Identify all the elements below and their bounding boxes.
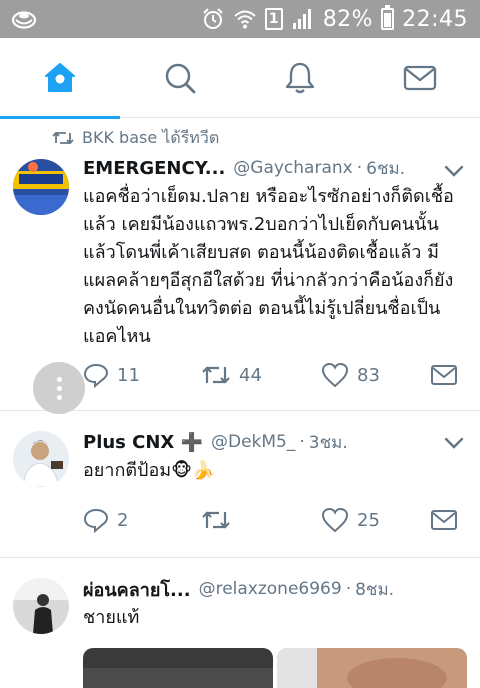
avatar[interactable] — [13, 578, 69, 634]
tweet-text: ชายแท้ — [83, 607, 140, 628]
user-handle[interactable]: @Gaycharanx — [233, 158, 352, 178]
tweet-media-image[interactable] — [83, 648, 273, 688]
battery-percent: 82% — [322, 6, 374, 32]
retweet-icon — [202, 511, 230, 529]
tweet-time: 8ชม. — [355, 579, 395, 600]
direct-message-button[interactable] — [430, 506, 458, 534]
retweeted-by-label: BKK base ได้รีทวีต — [82, 127, 220, 147]
heart-icon — [321, 507, 349, 533]
tweet-actions: 11 44 83 — [83, 361, 464, 389]
reply-count: 2 — [117, 509, 129, 531]
wifi-icon — [234, 10, 256, 29]
tweet-text: อยากตีป้อม🐵🍌 — [83, 460, 215, 481]
mail-icon — [431, 510, 457, 530]
retweet-button[interactable]: 44 — [201, 361, 262, 389]
separator-dot: · — [345, 579, 352, 599]
tweet-header: Plus CNX ➕ @DekM5_ · 3ชม. — [83, 429, 460, 455]
display-name[interactable]: ผ่อนคลายโ... — [83, 576, 191, 602]
tab-notifications[interactable] — [240, 38, 360, 118]
tweet-media-image[interactable] — [277, 648, 467, 688]
tweet-header: ผ่อนคลายโ... @relaxzone6969 · 8ชม. — [83, 576, 460, 602]
tab-home[interactable] — [0, 38, 120, 119]
floating-more-button[interactable] — [33, 362, 85, 414]
retweet-icon — [202, 366, 230, 384]
tab-messages[interactable] — [360, 38, 480, 118]
heart-icon — [321, 362, 349, 388]
reply-button[interactable]: 2 — [83, 506, 128, 534]
user-handle[interactable]: @DekM5_ — [211, 432, 295, 452]
like-count: 25 — [357, 509, 380, 531]
reply-icon — [83, 508, 109, 533]
like-button[interactable]: 83 — [321, 361, 380, 389]
app-notification-icon — [11, 11, 37, 29]
retweet-context: BKK base ได้รีทวีต — [52, 127, 219, 149]
tweet-actions: 2 25 — [83, 506, 464, 534]
retweet-button[interactable] — [201, 506, 239, 534]
clock: 22:45 — [402, 6, 468, 32]
tab-search[interactable] — [120, 38, 240, 118]
bell-icon — [285, 62, 315, 94]
avatar[interactable] — [13, 431, 69, 487]
reply-button[interactable]: 11 — [83, 361, 140, 389]
mail-icon — [431, 365, 457, 385]
battery-icon — [381, 5, 395, 30]
top-tab-bar — [0, 38, 480, 119]
retweet-small-icon — [52, 131, 74, 145]
more-dot-icon — [56, 376, 62, 382]
signal-icon — [292, 9, 311, 29]
chevron-down-icon[interactable] — [442, 431, 466, 455]
alarm-icon — [202, 8, 223, 29]
more-dot-icon — [56, 385, 62, 391]
reply-count: 11 — [117, 364, 140, 386]
tweet-text: แอคชื่อว่าเย็ดม.ปลาย หรืออะไรซักอย่างก็ต… — [83, 186, 454, 347]
tweet-item[interactable]: Plus CNX ➕ @DekM5_ · 3ชม. อยากตีป้อม🐵🍌 2 — [0, 411, 480, 558]
mail-icon — [403, 65, 437, 91]
search-icon — [165, 63, 196, 94]
sim-icon: 1 — [264, 8, 283, 30]
separator-dot: · — [356, 158, 363, 178]
tweet-item[interactable]: ผ่อนคลายโ... @relaxzone6969 · 8ชม. ชายแท… — [0, 558, 480, 688]
more-dot-icon — [56, 394, 62, 400]
avatar[interactable] — [13, 159, 69, 215]
tweet-header: EMERGENCY... @Gaycharanx · 6ชม. — [83, 155, 460, 181]
display-name[interactable]: Plus CNX ➕ — [83, 432, 203, 453]
direct-message-button[interactable] — [430, 361, 458, 389]
status-bar: 1 82% 22:45 — [0, 0, 480, 38]
like-count: 83 — [357, 364, 380, 386]
tweet-time: 3ชม. — [308, 432, 348, 453]
reply-icon — [83, 363, 109, 388]
user-handle[interactable]: @relaxzone6969 — [199, 579, 342, 599]
retweet-count: 44 — [239, 364, 262, 386]
tweet-time: 6ชม. — [366, 158, 406, 179]
home-icon — [45, 63, 75, 92]
display-name[interactable]: EMERGENCY... — [83, 158, 225, 179]
chevron-down-icon[interactable] — [442, 159, 466, 183]
separator-dot: · — [299, 432, 305, 452]
like-button[interactable]: 25 — [321, 506, 380, 534]
